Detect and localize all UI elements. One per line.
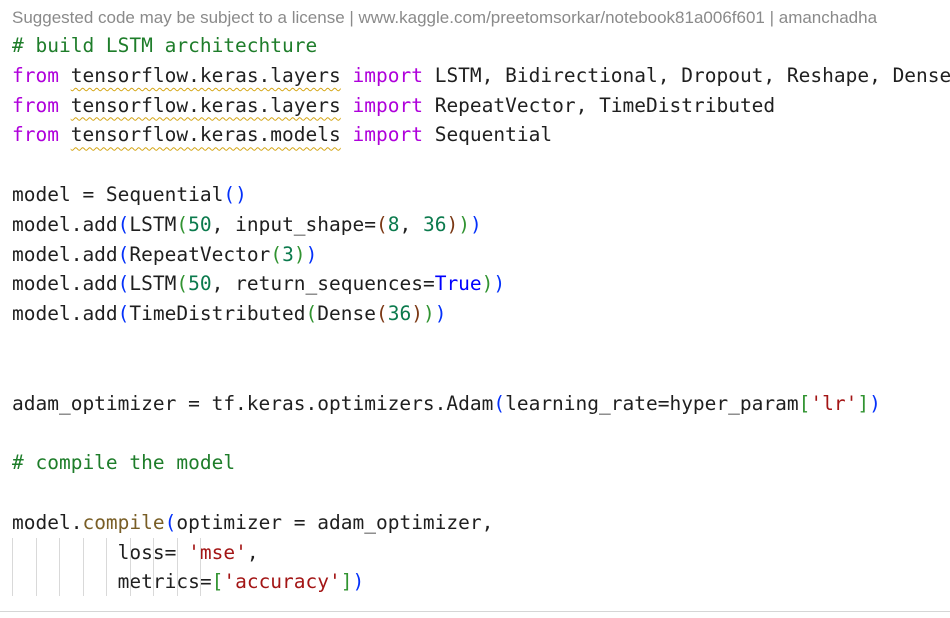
code-line-17: model.compile(optimizer = adam_optimizer… — [12, 510, 494, 534]
model-assign: model = — [12, 182, 106, 206]
model-add: model.add — [12, 212, 118, 236]
lstm-call: LSTM — [129, 212, 177, 236]
number: 50 — [188, 212, 212, 236]
indent-guide — [35, 538, 37, 596]
number: 50 — [188, 272, 212, 296]
indent-guide — [106, 538, 107, 596]
code-block[interactable]: # build LSTM architechture from tensorflo… — [12, 31, 950, 597]
module-name: tensorflow.keras.layers — [70, 63, 341, 87]
keyword-from: from — [12, 63, 59, 87]
model-prefix: model. — [12, 510, 83, 534]
code-line-7: model.add(LSTM(50, input_shape=(8, 36))) — [12, 212, 482, 236]
code-line-1: # build LSTM architechture — [12, 31, 950, 61]
number: 36 — [387, 302, 412, 326]
number: 8 — [387, 212, 400, 236]
indent-guide — [82, 538, 84, 596]
time-distributed-call: TimeDistributed — [129, 302, 306, 326]
code-line-6: model = Sequential() — [12, 182, 247, 206]
lstm-call: LSTM — [129, 272, 177, 296]
indent-guide — [176, 538, 178, 596]
code-line-12-blank — [12, 359, 950, 389]
import-names: LSTM, Bidirectional, Dropout, Reshape, D… — [434, 63, 950, 87]
module-name: tensorflow.keras.layers — [70, 93, 341, 117]
code-line-13: adam_optimizer = tf.keras.optimizers.Ada… — [12, 391, 881, 415]
keyword-import: import — [352, 63, 423, 87]
import-names: Sequential — [434, 123, 553, 147]
string-literal: 'accuracy' — [223, 570, 341, 594]
code-line-2: from tensorflow.keras.layers import LSTM… — [12, 61, 950, 91]
comment: # compile the model — [12, 451, 236, 475]
return-sequences-kw: return_sequences= — [235, 272, 435, 296]
input-shape-kw: input_shape= — [235, 212, 376, 236]
import-names: RepeatVector, TimeDistributed — [434, 93, 776, 117]
code-line-16-blank — [12, 478, 950, 508]
keyword-from: from — [12, 123, 59, 147]
number: 3 — [282, 242, 294, 266]
number: 36 — [422, 212, 447, 236]
code-line-4: from tensorflow.keras.models import Sequ… — [12, 120, 950, 150]
keyword-import: import — [352, 93, 423, 117]
keyword-import: import — [352, 123, 423, 147]
code-line-10: model.add(TimeDistributed(Dense(36))) — [12, 302, 447, 326]
code-line-5-blank — [12, 150, 950, 180]
code-line-8: model.add(RepeatVector(3)) — [12, 242, 318, 266]
string-literal: 'lr' — [810, 391, 858, 415]
code-line-14-blank — [12, 418, 950, 448]
indent-guide — [200, 538, 201, 596]
comment: # build LSTM architechture — [12, 34, 318, 57]
module-name: tensorflow.keras.models — [70, 123, 341, 147]
compile-method: compile — [82, 510, 165, 534]
model-add: model.add — [12, 302, 118, 326]
code-editor[interactable]: Suggested code may be subject to a licen… — [0, 0, 950, 618]
learning-rate-kw: learning_rate=hyper_param — [505, 391, 799, 415]
dense-call: Dense — [317, 302, 376, 326]
code-line-11-blank — [12, 329, 950, 359]
code-line-3: from tensorflow.keras.layers import Repe… — [12, 91, 950, 121]
model-add: model.add — [12, 272, 118, 296]
repeat-vector-call: RepeatVector — [129, 242, 271, 266]
code-line-15: # compile the model — [12, 448, 950, 478]
indent-guide — [12, 538, 13, 596]
code-line-9: model.add(LSTM(50, return_sequences=True… — [12, 272, 506, 296]
indent-guide — [153, 538, 154, 596]
true-constant: True — [434, 272, 482, 296]
indent-guide — [129, 538, 131, 596]
optimizer-arg: optimizer = adam_optimizer, — [176, 510, 494, 534]
sequential-call: Sequential — [105, 182, 224, 206]
license-notice: Suggested code may be subject to a licen… — [12, 8, 878, 27]
keyword-from: from — [12, 93, 59, 117]
indent-guide — [59, 538, 60, 596]
adam-assign: adam_optimizer = tf.keras.optimizers.Ada… — [12, 391, 494, 415]
cell-bottom-border — [0, 611, 950, 612]
model-add: model.add — [12, 242, 118, 266]
indent-guides — [12, 538, 212, 596]
